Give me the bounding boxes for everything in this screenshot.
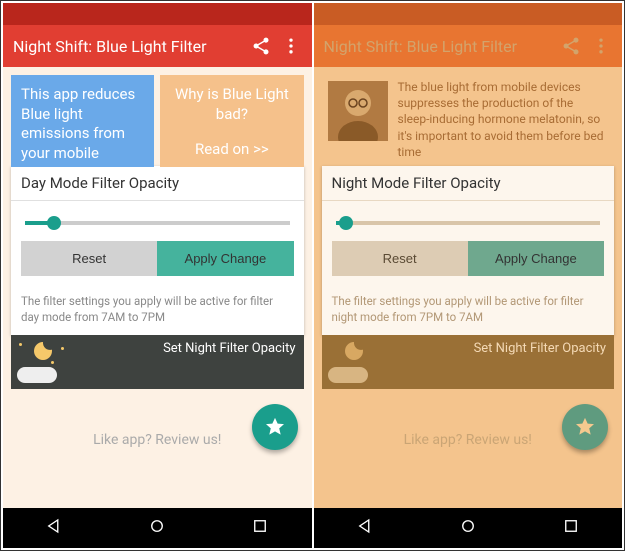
overflow-menu-icon[interactable]: [590, 35, 612, 57]
info-card-readon: Read on >>: [170, 140, 293, 160]
nav-recent-icon[interactable]: [251, 517, 269, 539]
share-icon[interactable]: [250, 35, 272, 57]
app-bar: Night Shift: Blue Light Filter: [3, 25, 312, 67]
overflow-menu-icon[interactable]: [280, 35, 302, 57]
cloud-icon: [328, 367, 368, 383]
app-bar: Night Shift: Blue Light Filter: [314, 25, 623, 67]
reset-button[interactable]: Reset: [332, 241, 468, 276]
fab-star[interactable]: [252, 404, 298, 450]
app-title: Night Shift: Blue Light Filter: [13, 37, 242, 56]
slider-wrap: [322, 201, 615, 241]
phone-left: Night Shift: Blue Light Filter This app …: [3, 3, 312, 548]
opacity-slider[interactable]: [336, 221, 601, 225]
star-icon: [61, 347, 64, 350]
opacity-card: Night Mode Filter Opacity Reset Apply Ch…: [322, 166, 615, 335]
opacity-card: Day Mode Filter Opacity Reset Apply Chan…: [11, 166, 304, 335]
info-card-why[interactable]: Why is Blue Light bad? Read on >>: [160, 75, 303, 167]
nav-home-icon[interactable]: [148, 517, 166, 539]
share-icon[interactable]: [560, 35, 582, 57]
content-area: The blue light from mobile devices suppr…: [314, 67, 623, 508]
night-filter-label: Set Night Filter Opacity: [163, 341, 295, 356]
moon-icon: [342, 339, 366, 363]
nav-back-icon[interactable]: [45, 517, 63, 539]
nav-back-icon[interactable]: [356, 517, 374, 539]
star-icon: [574, 416, 596, 438]
info-row: This app reduces Blue light emissions fr…: [11, 75, 304, 167]
opacity-card-title: Night Mode Filter Opacity: [322, 166, 615, 201]
status-bar: [314, 3, 623, 25]
star-icon: [264, 416, 286, 438]
info-card-about[interactable]: This app reduces Blue light emissions fr…: [11, 75, 154, 167]
status-bar: [3, 3, 312, 25]
reset-button[interactable]: Reset: [21, 241, 157, 276]
phone-right: Night Shift: Blue Light Filter The blue …: [314, 3, 623, 548]
fab-star[interactable]: [562, 404, 608, 450]
opacity-slider[interactable]: [25, 221, 290, 225]
info-card-why-title: Why is Blue Light bad?: [175, 85, 289, 123]
slider-wrap: [11, 201, 304, 241]
night-filter-bar[interactable]: Set Night Filter Opacity: [322, 335, 615, 389]
apply-button[interactable]: Apply Change: [468, 241, 604, 276]
nav-bar: [314, 508, 623, 548]
cloud-icon: [17, 367, 57, 383]
star-icon: [51, 361, 54, 364]
nav-bar: [3, 508, 312, 548]
opacity-card-title: Day Mode Filter Opacity: [11, 166, 304, 201]
moon-icon: [31, 339, 55, 363]
slider-thumb[interactable]: [339, 216, 353, 230]
help-text: The filter settings you apply will be ac…: [11, 286, 304, 335]
nav-home-icon[interactable]: [459, 517, 477, 539]
avatar: [328, 81, 388, 141]
night-filter-label: Set Night Filter Opacity: [474, 341, 606, 356]
info-row[interactable]: The blue light from mobile devices suppr…: [322, 75, 615, 167]
info-text: The blue light from mobile devices suppr…: [398, 79, 609, 163]
help-text: The filter settings you apply will be ac…: [322, 286, 615, 335]
nav-recent-icon[interactable]: [562, 517, 580, 539]
night-filter-bar[interactable]: Set Night Filter Opacity: [11, 335, 304, 389]
slider-thumb[interactable]: [47, 216, 61, 230]
content-area: This app reduces Blue light emissions fr…: [3, 67, 312, 508]
app-title: Night Shift: Blue Light Filter: [324, 37, 553, 56]
star-icon: [19, 343, 22, 346]
apply-button[interactable]: Apply Change: [157, 241, 293, 276]
